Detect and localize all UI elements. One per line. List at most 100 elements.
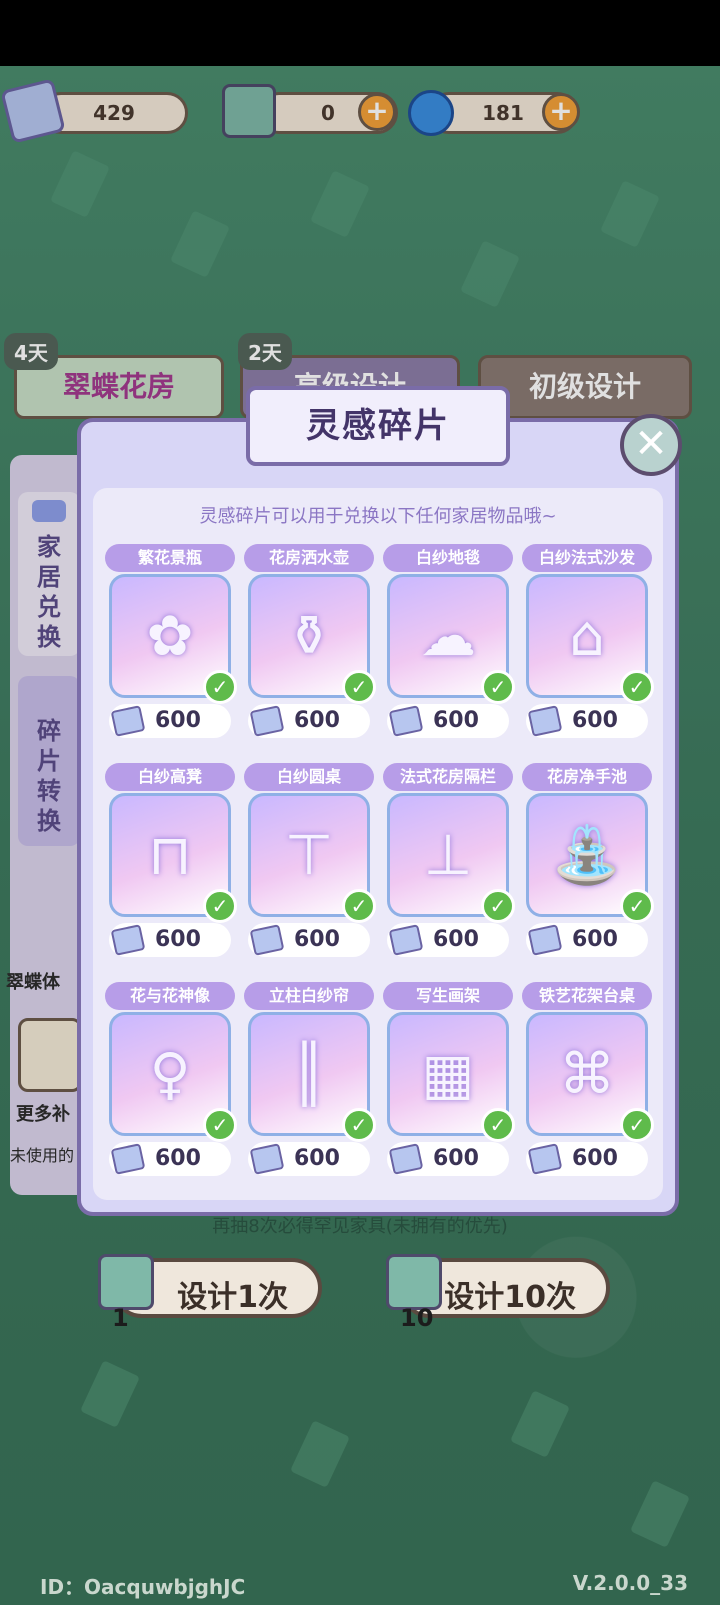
fragment-icon [249, 924, 285, 956]
price-value: 600 [155, 1146, 201, 1171]
fragment-icon [249, 705, 285, 737]
item-name: 白纱圆桌 [244, 763, 374, 791]
furniture-card[interactable]: 白纱高凳 ⊓ ✓ 600 [105, 763, 237, 963]
item-price: 600 [526, 1142, 648, 1176]
fragment-icon [527, 705, 563, 737]
owned-check-icon: ✓ [481, 889, 515, 923]
price-value: 600 [155, 708, 201, 733]
furniture-icon: ⌂ [569, 603, 605, 669]
dialog-hint: 灵感碎片可以用于兑换以下任何家居物品哦~ [199, 506, 557, 527]
fragment-icon [388, 924, 424, 956]
design-once-button[interactable]: 1 设计1次 [98, 1254, 322, 1332]
furniture-card[interactable]: 白纱圆桌 ⊤ ✓ 600 [244, 763, 376, 963]
item-price: 600 [248, 923, 370, 957]
fragment-icon [388, 705, 424, 737]
fragment-icon [110, 705, 146, 737]
item-name: 花与花神像 [105, 982, 235, 1010]
price-value: 600 [294, 1146, 340, 1171]
item-name: 铁艺花架台桌 [522, 982, 652, 1010]
ticket-icon [386, 1254, 442, 1310]
furniture-card[interactable]: 花房洒水壶 ⚱ ✓ 600 [244, 544, 376, 744]
version: V.2.0.0_33 [572, 1571, 688, 1595]
fragment-icon [388, 1143, 424, 1175]
furniture-card[interactable]: 繁花景瓶 ✿ ✓ 600 [105, 544, 237, 744]
furniture-card[interactable]: 花与花神像 ♀ ✓ 600 [105, 982, 237, 1182]
furniture-icon: ⌘ [559, 1041, 615, 1107]
status-bar [0, 0, 720, 66]
price-value: 600 [572, 927, 618, 952]
furniture-icon: ☁ [420, 603, 476, 669]
furniture-icon: ✿ [146, 603, 194, 669]
fragment-icon [110, 924, 146, 956]
item-price: 600 [109, 704, 231, 738]
price-value: 600 [433, 708, 479, 733]
furniture-icon: ♀ [149, 1041, 191, 1107]
item-name: 写生画架 [383, 982, 513, 1010]
dialog-title: 灵感碎片 [306, 406, 450, 446]
item-name: 花房洒水壶 [244, 544, 374, 572]
furniture-card[interactable]: 写生画架 ▦ ✓ 600 [383, 982, 515, 1182]
owned-check-icon: ✓ [342, 889, 376, 923]
dialog-body: 灵感碎片可以用于兑换以下任何家居物品哦~ 繁花景瓶 ✿ ✓ 600 花房洒水壶 ⚱ ✓ 600… [93, 488, 663, 1200]
furniture-card[interactable]: 立柱白纱帘 ║ ✓ 600 [244, 982, 376, 1182]
item-name: 花房净手池 [522, 763, 652, 791]
owned-check-icon: ✓ [481, 670, 515, 704]
item-price: 600 [248, 704, 370, 738]
owned-check-icon: ✓ [203, 1108, 237, 1142]
furniture-card[interactable]: 白纱地毯 ☁ ✓ 600 [383, 544, 515, 744]
item-price: 600 [387, 923, 509, 957]
item-price: 600 [387, 1142, 509, 1176]
item-price: 600 [526, 923, 648, 957]
fragment-icon [527, 1143, 563, 1175]
close-button[interactable]: ✕ [620, 414, 682, 476]
furniture-icon: ⊥ [423, 822, 473, 888]
pity-note: 再抽8次必得罕见家具(未拥有的优先) [212, 1216, 508, 1237]
owned-check-icon: ✓ [203, 889, 237, 923]
owned-check-icon: ✓ [620, 670, 654, 704]
price-value: 600 [572, 708, 618, 733]
owned-check-icon: ✓ [620, 889, 654, 923]
owned-check-icon: ✓ [203, 670, 237, 704]
owned-check-icon: ✓ [342, 1108, 376, 1142]
price-value: 600 [433, 1146, 479, 1171]
furniture-card[interactable]: 铁艺花架台桌 ⌘ ✓ 600 [522, 982, 654, 1182]
furniture-card[interactable]: 法式花房隔栏 ⊥ ✓ 600 [383, 763, 515, 963]
ticket-icon [98, 1254, 154, 1310]
furniture-icon: ⛲ [552, 823, 622, 888]
fragment-icon [249, 1143, 285, 1175]
price-value: 600 [433, 927, 479, 952]
item-name: 白纱法式沙发 [522, 544, 652, 572]
inspiration-fragments-dialog: 灵感碎片可以用于兑换以下任何家居物品哦~ 繁花景瓶 ✿ ✓ 600 花房洒水壶 ⚱ ✓ 600… [77, 418, 679, 1216]
item-price: 600 [109, 923, 231, 957]
price-value: 600 [572, 1146, 618, 1171]
item-name: 白纱地毯 [383, 544, 513, 572]
furniture-card[interactable]: 白纱法式沙发 ⌂ ✓ 600 [522, 544, 654, 744]
item-price: 600 [109, 1142, 231, 1176]
design-ten-button[interactable]: 10 设计10次 [386, 1254, 610, 1332]
item-name: 繁花景瓶 [105, 544, 235, 572]
owned-check-icon: ✓ [342, 670, 376, 704]
ticket-cost: 10 [400, 1304, 434, 1332]
fragment-icon [527, 924, 563, 956]
item-name: 立柱白纱帘 [244, 982, 374, 1010]
furniture-icon: ⊓ [148, 822, 192, 888]
player-id: ID：OacquwbjghJC [40, 1575, 246, 1599]
furniture-icon: ▦ [421, 1041, 475, 1107]
furniture-icon: ⚱ [285, 603, 333, 669]
furniture-icon: ║ [292, 1041, 326, 1107]
fragment-icon [110, 1143, 146, 1175]
furniture-card[interactable]: 花房净手池 ⛲ ✓ 600 [522, 763, 654, 963]
owned-check-icon: ✓ [620, 1108, 654, 1142]
item-price: 600 [248, 1142, 370, 1176]
owned-check-icon: ✓ [481, 1108, 515, 1142]
ticket-cost: 1 [112, 1304, 129, 1332]
price-value: 600 [294, 927, 340, 952]
item-name: 法式花房隔栏 [383, 763, 513, 791]
item-price: 600 [387, 704, 509, 738]
item-name: 白纱高凳 [105, 763, 235, 791]
button-label: 设计10次 [444, 1280, 576, 1315]
price-value: 600 [155, 927, 201, 952]
furniture-icon: ⊤ [284, 822, 334, 888]
item-price: 600 [526, 704, 648, 738]
button-label: 设计1次 [177, 1280, 288, 1315]
